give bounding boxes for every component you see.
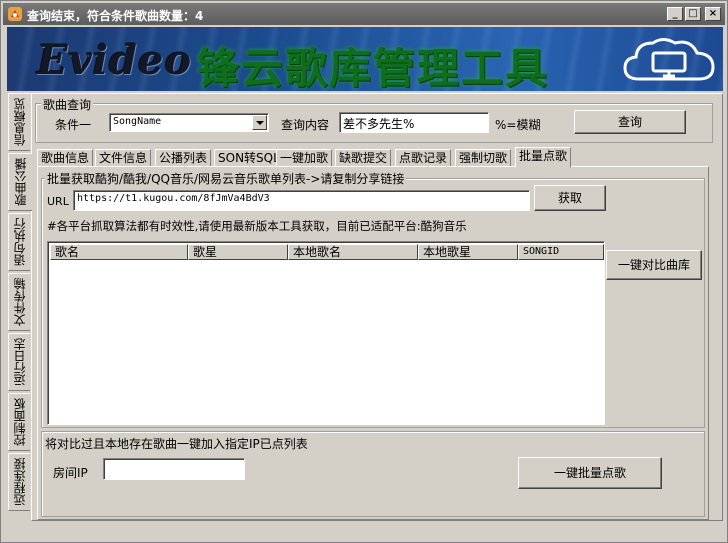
side-tab-run-log[interactable]: 运行日志 <box>8 333 30 391</box>
side-tab-label: 文件传输 <box>13 278 27 326</box>
column-header-local-singer[interactable]: 本地歌星 <box>418 244 518 260</box>
tab-play-records[interactable]: 点歌记录 <box>395 149 452 167</box>
room-ip-input[interactable] <box>103 458 245 480</box>
title-bar[interactable]: 查询结束，符合条件歌曲数量：4 _ □ × <box>3 3 725 25</box>
condition-label: 条件一 <box>55 118 92 132</box>
side-tab-label: 语句执行 <box>13 218 27 266</box>
side-tab-control-panel[interactable]: 控制面板 <box>8 393 30 451</box>
add-to-room-label: 将对比过且本地存在歌曲一键加入指定IP已点列表 <box>45 437 308 451</box>
url-input[interactable]: https://t1.kugou.com/8fJmVa4BdV3 <box>73 190 530 211</box>
window-title: 查询结束，符合条件歌曲数量：4 <box>27 9 204 23</box>
column-header-singer[interactable]: 歌星 <box>188 244 288 260</box>
compare-library-button[interactable]: 一键对比曲库 <box>606 250 702 280</box>
side-tab-remote-connect[interactable]: 远程连接 <box>8 453 30 511</box>
query-button[interactable]: 查询 <box>574 110 686 134</box>
fetch-button[interactable]: 获取 <box>534 185 606 211</box>
tab-json-to-sql[interactable]: SON转SQL <box>214 149 284 167</box>
list-header: 歌名 歌星 本地歌名 本地歌星 SONGID <box>50 244 604 260</box>
maximize-button[interactable]: □ <box>685 7 701 21</box>
side-tab-overview[interactable]: 信息概览 <box>8 93 30 151</box>
tab-one-click-add[interactable]: 一键加歌 <box>276 149 333 167</box>
column-header-song-name[interactable]: 歌名 <box>50 244 188 260</box>
content-label: 查询内容 <box>281 118 330 132</box>
column-header-local-song-name[interactable]: 本地歌名 <box>288 244 418 260</box>
main-window: 查询结束，符合条件歌曲数量：4 _ □ × Evideo 锋云歌库管理工具 信息… <box>0 0 728 543</box>
tab-batch-order[interactable]: 批量点歌 <box>515 147 572 168</box>
side-tab-label: 控制面板 <box>13 398 27 446</box>
content-input[interactable]: 差不多先生% <box>339 112 489 133</box>
condition-select[interactable]: SongName <box>109 113 269 132</box>
column-header-songid[interactable]: SONGID <box>518 244 604 260</box>
minimize-button[interactable]: _ <box>667 7 683 21</box>
close-button[interactable]: × <box>705 7 721 21</box>
side-tab-sql-exec[interactable]: 语句执行 <box>8 213 30 271</box>
tab-force-switch[interactable]: 强制切歌 <box>455 149 512 167</box>
room-ip-label: 房间IP <box>53 466 88 480</box>
platform-note: #各平台抓取算法都有时效性,请使用最新版本工具获取，目前已适配平台:酷狗音乐 <box>47 219 467 233</box>
tab-missing-submit[interactable]: 缺歌提交 <box>335 149 392 167</box>
side-tab-label: 信息概览 <box>13 98 27 146</box>
product-title: 锋云歌库管理工具 <box>197 44 550 91</box>
chevron-down-icon[interactable] <box>252 115 267 130</box>
song-compare-list[interactable]: 歌名 歌星 本地歌名 本地歌星 SONGID <box>47 241 605 425</box>
side-tab-song-broadcast[interactable]: 歌曲公播 <box>8 153 32 211</box>
side-tab-file-transfer[interactable]: 文件传输 <box>8 273 30 331</box>
side-tab-label: 歌曲公播 <box>14 158 28 206</box>
function-tab-strip: 歌曲信息 文件信息 公播列表 SON转SQL 一键加歌 缺歌提交 点歌记录 强制… <box>37 147 597 168</box>
fetch-playlist-legend: 批量获取酷狗/酷我/QQ音乐/网易云音乐歌单列表->请复制分享链接 <box>45 170 407 187</box>
app-icon <box>8 7 22 21</box>
batch-order-button[interactable]: 一键批量点歌 <box>518 457 662 489</box>
url-label: URL <box>47 195 69 208</box>
song-query-legend: 歌曲查询 <box>41 96 94 113</box>
condition-select-value: SongName <box>113 116 162 127</box>
side-tab-label: 远程连接 <box>13 458 27 506</box>
header-banner: Evideo 锋云歌库管理工具 <box>7 27 723 91</box>
side-tab-label: 运行日志 <box>13 338 27 386</box>
side-tab-strip: 信息概览 歌曲公播 语句执行 文件传输 运行日志 控制面板 远程连接 <box>8 93 32 513</box>
cloud-monitor-icon <box>623 38 715 81</box>
fuzzy-hint: %=模糊 <box>495 118 541 132</box>
brand-logo: Evideo <box>37 37 193 84</box>
tab-file-info[interactable]: 文件信息 <box>95 149 152 167</box>
tab-song-info[interactable]: 歌曲信息 <box>37 149 94 167</box>
tab-broadcast-list[interactable]: 公播列表 <box>155 149 212 167</box>
